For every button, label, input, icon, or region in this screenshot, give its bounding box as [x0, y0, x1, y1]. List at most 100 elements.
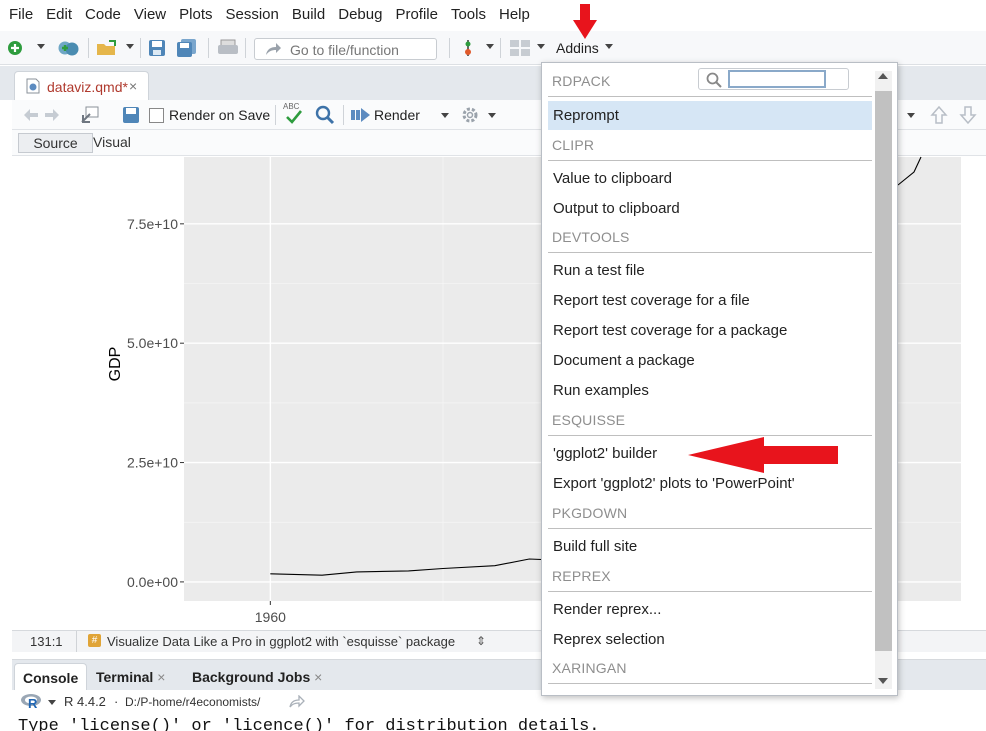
menu-file[interactable]: File	[0, 1, 33, 29]
r-version: R 4.4.2	[64, 694, 106, 709]
menu-item-report-test-coverage-for-a-package[interactable]: Report test coverage for a package	[548, 316, 872, 345]
menu-tools[interactable]: Tools	[442, 1, 486, 29]
addins-search-input[interactable]	[728, 70, 826, 88]
menu-item-reprompt[interactable]: Reprompt	[548, 101, 872, 130]
menu-section-devtools: DEVTOOLS	[552, 229, 630, 245]
menu-divider	[548, 252, 872, 253]
addins-menu-button[interactable]: Addins	[556, 40, 599, 56]
menu-item-build-full-site[interactable]: Build full site	[548, 532, 872, 561]
menu-item-run-a-test-file[interactable]: Run a test file	[548, 256, 872, 285]
section-caret-icon[interactable]: ⇕	[476, 634, 486, 648]
outline-caret-icon[interactable]	[907, 113, 915, 118]
menu-item-value-to-clipboard[interactable]: Value to clipboard	[548, 164, 872, 193]
menu-help[interactable]: Help	[490, 1, 530, 29]
gear-icon[interactable]	[461, 106, 479, 124]
down-arrow-icon[interactable]	[959, 105, 977, 125]
close-icon[interactable]: ×	[314, 669, 322, 685]
open-file-icon[interactable]	[96, 39, 120, 57]
layout-grid-icon[interactable]	[509, 39, 531, 57]
layout-caret-icon[interactable]	[537, 44, 545, 49]
console-body[interactable]: R R 4.4.2 · D:/P-home/r4economists/ Type…	[12, 690, 986, 731]
menu-item-report-test-coverage-for-a-file[interactable]: Report test coverage for a file	[548, 286, 872, 315]
menu-section-esquisse: ESQUISSE	[552, 412, 626, 428]
menu-divider	[548, 528, 872, 529]
r-version-caret-icon[interactable]	[48, 700, 56, 705]
r-logo-icon: R	[21, 694, 41, 709]
tab-terminal[interactable]: Terminal ×	[88, 663, 173, 691]
path-separator: ·	[114, 694, 119, 709]
back-icon[interactable]	[22, 107, 40, 123]
new-file-icon[interactable]	[6, 39, 24, 57]
working-directory[interactable]: D:/P-home/r4economists/	[125, 695, 260, 709]
addins-caret-icon[interactable]	[605, 44, 613, 49]
console-output-line: Type 'license()' or 'licence()' for dist…	[18, 717, 600, 731]
git-icon[interactable]	[459, 39, 477, 57]
show-in-window-icon[interactable]	[80, 106, 100, 124]
tab-terminal-label: Terminal	[96, 669, 154, 685]
tab-title: dataviz.qmd*	[47, 79, 128, 95]
close-icon[interactable]: ×	[129, 78, 137, 94]
tab-background-jobs-label: Background Jobs	[192, 669, 311, 685]
render-arrow-icon[interactable]	[351, 108, 371, 122]
menu-item-run-examples[interactable]: Run examples	[548, 376, 872, 405]
annotation-arrow-down	[573, 4, 597, 39]
new-project-icon[interactable]	[57, 39, 81, 57]
tab-console-label: Console	[23, 670, 79, 686]
cursor-position: 131:1	[30, 634, 63, 649]
up-arrow-icon[interactable]	[930, 105, 948, 125]
tab-dataviz-qmd[interactable]: dataviz.qmd* ×	[14, 71, 149, 100]
render-on-save-checkbox[interactable]	[149, 108, 164, 123]
tab-background-jobs[interactable]: Background Jobs ×	[184, 663, 330, 691]
save-all-icon[interactable]	[176, 39, 198, 57]
menu-section-clipr: CLIPR	[552, 137, 595, 153]
git-caret-icon[interactable]	[486, 44, 494, 49]
menu-section-pkgdown: PKGDOWN	[552, 505, 628, 521]
close-icon[interactable]: ×	[157, 669, 165, 685]
menu-build[interactable]: Build	[283, 1, 325, 29]
menu-scrollbar-thumb[interactable]	[875, 91, 892, 651]
save-icon[interactable]	[122, 106, 140, 124]
find-icon[interactable]	[315, 105, 335, 125]
menu-code[interactable]: Code	[76, 1, 121, 29]
search-icon	[706, 72, 722, 88]
new-file-caret-icon[interactable]	[37, 44, 45, 49]
spellcheck-icon[interactable]: ABC	[283, 102, 305, 126]
render-on-save-label: Render on Save	[169, 107, 271, 123]
menu-debug[interactable]: Debug	[329, 1, 382, 29]
menu-item-render-reprex[interactable]: Render reprex...	[548, 595, 872, 624]
save-icon[interactable]	[148, 39, 166, 57]
menu-item-reprex-selection[interactable]: Reprex selection	[548, 625, 872, 654]
menu-edit[interactable]: Edit	[37, 1, 72, 29]
print-icon[interactable]	[217, 39, 239, 57]
scroll-down-icon[interactable]	[878, 678, 888, 684]
addins-search[interactable]	[698, 68, 849, 90]
menu-item-output-to-clipboard[interactable]: Output to clipboard	[548, 194, 872, 223]
menu-divider	[548, 160, 872, 161]
source-mode-button[interactable]: Source	[18, 133, 93, 153]
menu-section-rdpack: RDPACK	[552, 73, 611, 89]
menu-divider	[548, 96, 872, 97]
menu-divider	[548, 683, 872, 684]
visual-mode-button[interactable]: Visual	[93, 133, 131, 151]
menu-session[interactable]: Session	[217, 1, 279, 29]
goto-placeholder: Go to file/function	[290, 42, 399, 58]
menu-view[interactable]: View	[125, 1, 166, 29]
annotation-arrow-left	[688, 437, 838, 473]
render-caret-icon[interactable]	[441, 113, 449, 118]
render-button[interactable]: Render	[374, 107, 420, 123]
share-path-icon[interactable]	[289, 695, 305, 708]
quarto-file-icon	[26, 78, 40, 94]
section-navigator[interactable]: Visualize Data Like a Pro in ggplot2 wit…	[107, 634, 455, 649]
goto-file-function-input[interactable]: Go to file/function	[254, 38, 437, 60]
open-file-caret-icon[interactable]	[126, 44, 134, 49]
menu-section-xaringan: XARINGAN	[552, 660, 627, 676]
gear-caret-icon[interactable]	[488, 113, 496, 118]
menu-bar: File Edit Code View Plots Session Build Debug Pr…	[0, 0, 986, 30]
menu-profile[interactable]: Profile	[386, 1, 438, 29]
scroll-up-icon[interactable]	[878, 73, 888, 79]
tab-console[interactable]: Console	[14, 663, 88, 691]
forward-icon[interactable]	[43, 107, 61, 123]
menu-item-document-a-package[interactable]: Document a package	[548, 346, 872, 375]
menu-plots[interactable]: Plots	[170, 1, 212, 29]
addins-dropdown-menu: RDPACK Reprompt CLIPR Value to clipboard Out…	[541, 62, 898, 696]
